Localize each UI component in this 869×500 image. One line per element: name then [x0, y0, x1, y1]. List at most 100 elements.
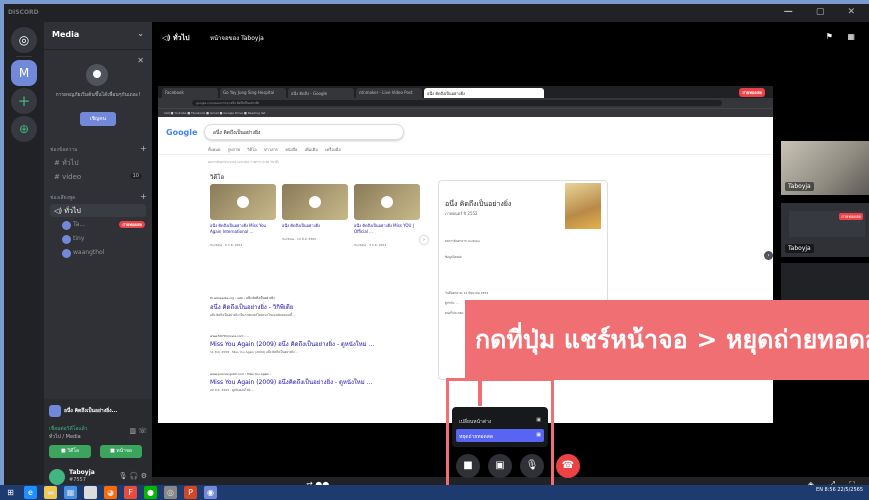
search-input[interactable]: อนึ่ง คิดถึงเป็นอย่างยิ่ง: [204, 124, 404, 140]
search-result[interactable]: www.567thmovie.com › ... Miss You Again …: [210, 334, 430, 355]
app-icon[interactable]: ◎: [164, 486, 177, 499]
voice-user[interactable]: tiny: [62, 234, 146, 246]
discord-home-icon[interactable]: ◎: [11, 27, 37, 53]
kp-row[interactable]: ผลการค้นหาจาก YouTube: [445, 239, 595, 244]
discord-taskbar-icon[interactable]: ◉: [204, 486, 217, 499]
avatar: [62, 249, 71, 258]
result-title[interactable]: Miss You Again (2009) อนึ่งคิดถึงเป็นอย่…: [210, 377, 430, 387]
monitor-icon: ▣: [536, 417, 541, 423]
clock-time: 8:56: [824, 487, 836, 493]
user-controls-icon[interactable]: 🎙 🎧 ⚙: [119, 472, 147, 480]
stop-streaming-item[interactable]: หยุดถ่ายทอดสด ▣: [456, 429, 544, 442]
window-controls[interactable]: — ▢ ✕: [784, 7, 865, 17]
result-title[interactable]: อนึ่ง คิดถึงเป็นอย่างยิ่ง - วิกิพีเดีย: [210, 302, 430, 312]
participant-tile[interactable]: ถ่ายทอดสด Taboyja: [781, 203, 869, 257]
google-logo[interactable]: Google: [166, 128, 197, 137]
close-icon[interactable]: ✕: [137, 56, 144, 65]
video-card[interactable]: อนึ่ง คิดถึงเป็นอย่างยิ่ง Miss You Again…: [210, 184, 276, 274]
kp-row: ข้อมูลโดยย่อ: [445, 255, 462, 259]
video-card[interactable]: อนึ่ง คิดถึงเป็นอย่างยิ่ง YouTube · 15 ม…: [282, 184, 348, 274]
channel-label: # video: [54, 173, 82, 181]
user-tag: #7557: [69, 477, 86, 483]
server-name: Media: [52, 30, 80, 39]
disconnect-icon[interactable]: ▥ ☏: [129, 427, 147, 435]
server-list: ◎ M + ⊕: [4, 22, 44, 477]
chevron-right-icon[interactable]: ›: [420, 236, 428, 244]
video-thumbnail: [354, 184, 420, 220]
windows-taskbar: ⊞ e ▬ ▦ ◉ ◕ F ● ◎ P ◉ EN 8:56 22/5/2565: [0, 485, 869, 500]
change-window-item[interactable]: เปลี่ยนหน้าต่าง ▣: [456, 414, 544, 427]
result-source: www.pannongslot.com › Miss You Again ›: [210, 372, 272, 376]
explore-icon[interactable]: ⊕: [11, 116, 37, 142]
instruction-banner: กดที่ปุ่ม แชร์หน้าจอ > หยุดถ่ายทอดสด: [465, 300, 869, 380]
app-icon[interactable]: ▦: [64, 486, 77, 499]
chrome-icon[interactable]: ◉: [84, 486, 97, 499]
category-text[interactable]: ช่องข้อความ +: [50, 144, 147, 154]
participant-name: Taboyja: [785, 182, 814, 191]
voice-user[interactable]: waangthol: [62, 248, 146, 260]
screen-share-toggle[interactable]: ▣: [488, 454, 512, 478]
add-channel-icon[interactable]: +: [140, 144, 147, 153]
chevron-down-icon[interactable]: ⌄: [137, 29, 144, 38]
user-name: Taboyja: [69, 469, 95, 476]
kp-title: อนึ่ง คิดถึงเป็นอย่างยิ่ง: [445, 200, 512, 208]
user-avatar[interactable]: [49, 469, 65, 485]
result-snippet: อนึ่ง คิดถึงเป็นอย่างยิ่ง เป็นภาพยนตร์ไท…: [210, 313, 295, 317]
chevron-right-icon[interactable]: ›: [764, 251, 773, 260]
video-title: อนึ่ง คิดถึงเป็นอย่างยิ่ง Miss YOU | Off…: [354, 223, 415, 234]
edge-icon[interactable]: e: [24, 486, 37, 499]
divider: [158, 154, 773, 155]
participant-tile[interactable]: Taboyja: [781, 141, 869, 195]
folder-icon[interactable]: ▬: [44, 486, 57, 499]
stream-preview[interactable]: อนึ่ง คิดถึงเป็นอย่างยิ่ง...: [44, 399, 152, 419]
voice-status[interactable]: เชื่อมต่อวิดีโอแล้ว: [49, 425, 88, 433]
url-field[interactable]: google.com/search?q=อนึ่ง คิดถึงเป็นอย่า…: [192, 100, 722, 106]
menu-label: หยุดถ่ายทอดสด: [459, 434, 494, 440]
video-card[interactable]: อนึ่ง คิดถึงเป็นอย่างยิ่ง Miss YOU | Off…: [354, 184, 420, 274]
channel-general-text[interactable]: # ทั่วไป: [50, 156, 146, 169]
video-source: YouTube · 3 ก.ค. 2554: [354, 243, 387, 247]
powerpoint-icon[interactable]: P: [184, 486, 197, 499]
screen-share-button[interactable]: ■ หน้าจอ: [100, 445, 142, 458]
language-indicator[interactable]: EN: [816, 487, 823, 493]
invite-button[interactable]: เชิญคน: [80, 112, 116, 126]
channel-general-voice[interactable]: ◁) ทั่วไป: [50, 204, 146, 217]
search-result[interactable]: th.wikipedia.org › wiki › อนึ่ง คิดถึงเป…: [210, 296, 430, 318]
add-server-icon[interactable]: +: [11, 88, 37, 114]
category-voice[interactable]: ช่องเสียงพูด +: [50, 192, 147, 202]
browser-tab[interactable]: ntnmaker - Live Video Post: [356, 88, 422, 98]
mic-button[interactable]: 🎙: [520, 454, 544, 478]
video-button[interactable]: ■ วิดีโอ: [49, 445, 91, 458]
result-title[interactable]: Miss You Again (2009) อนึ่ง คิดถึงเป็นอย…: [210, 339, 430, 349]
voice-user[interactable]: Ta... ถ่ายทอดสด: [62, 220, 146, 232]
system-tray[interactable]: EN 8:56 22/5/2565: [816, 487, 863, 493]
clock-date: 22/5/2565: [837, 487, 863, 493]
server-header[interactable]: Media ⌄: [44, 22, 152, 50]
title-bar: DISCORD — ▢ ✕: [4, 4, 869, 22]
search-tabs[interactable]: ทั้งหมด รูปภาพ วิดีโอ ข่าวสาร หนังสือ เพ…: [208, 146, 341, 153]
header-icons[interactable]: ⚑ ▦: [826, 32, 861, 41]
channel-video[interactable]: # video 10: [50, 171, 146, 184]
app-icon[interactable]: F: [124, 486, 137, 499]
stream-avatar: [49, 405, 61, 417]
browser-tab-active[interactable]: อนึ่ง คิดถึงเป็นอย่างยิ่ง: [424, 88, 544, 98]
server-media-icon[interactable]: M: [11, 60, 37, 86]
browser-tab[interactable]: Go Yay Jung Sing Hospital: [220, 88, 286, 98]
browser-tab[interactable]: อนึ่ง คิดถึง - Google: [288, 88, 354, 98]
browser-tabs: Facebook Go Yay Jung Sing Hospital อนึ่ง…: [158, 86, 773, 98]
start-button[interactable]: ⊞: [4, 486, 17, 499]
search-result[interactable]: www.pannongslot.com › Miss You Again › M…: [210, 372, 430, 393]
voice-user-name: tiny: [73, 235, 85, 242]
menu-label: เปลี่ยนหน้าต่าง: [459, 419, 492, 425]
kp-subtitle: ภาพยนตร์ ปี 2552: [445, 211, 478, 216]
live-badge: ถ่ายทอดสด: [119, 221, 145, 228]
firefox-icon[interactable]: ◕: [104, 486, 117, 499]
browser-tab[interactable]: Facebook: [162, 88, 218, 98]
line-icon[interactable]: ●: [144, 486, 157, 499]
disconnect-button[interactable]: ☎: [556, 454, 580, 478]
video-source: YouTube · 15 มิ.ย. 2565: [282, 237, 317, 241]
result-snippet: 22 ส.ค. 2563 · ดูหนังออนไลน์ ...: [210, 388, 255, 392]
bookmarks-bar[interactable]: แอป ■ Youtube ■ Facebook ■ Gmail ■ Googl…: [158, 108, 773, 117]
camera-button[interactable]: ■: [456, 454, 480, 478]
add-channel-icon[interactable]: +: [140, 192, 147, 201]
